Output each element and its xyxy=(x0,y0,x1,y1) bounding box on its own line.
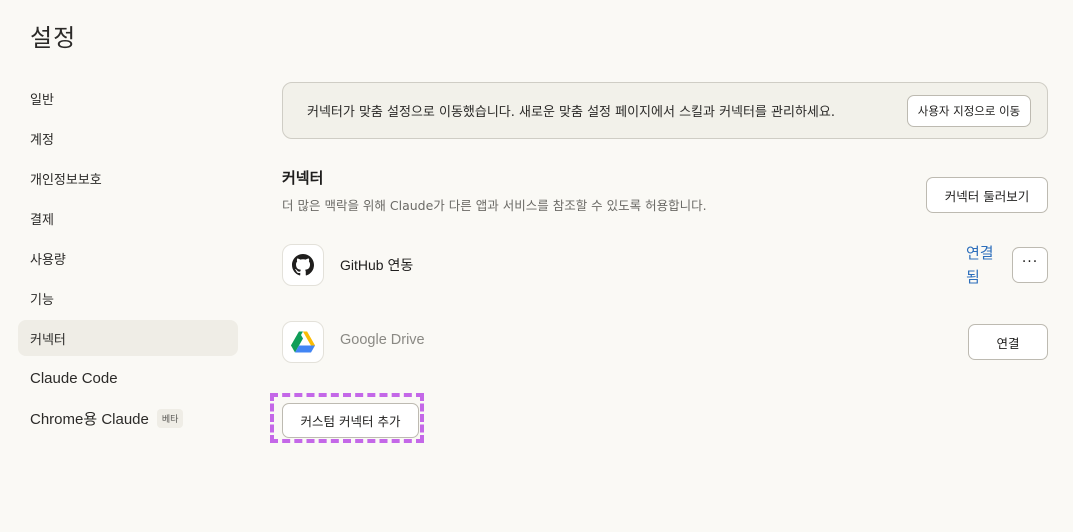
google-drive-icon xyxy=(282,321,324,363)
beta-badge: 베타 xyxy=(156,408,184,428)
more-options-button[interactable]: ··· xyxy=(1012,247,1048,283)
sidebar-item-general[interactable]: 일반 xyxy=(18,80,238,116)
github-icon xyxy=(282,244,324,286)
sidebar-item-billing[interactable]: 결제 xyxy=(18,200,238,236)
sidebar-item-label: 일반 xyxy=(30,92,54,108)
main-content: 커넥터가 맞춤 설정으로 이동했습니다. 새로운 맞춤 설정 페이지에서 스킬과… xyxy=(282,82,1048,363)
go-to-customize-button[interactable]: 사용자 지정으로 이동 xyxy=(907,94,1031,127)
connect-button[interactable]: 연결 xyxy=(968,324,1048,360)
section-title: 커넥터 xyxy=(282,169,324,187)
sidebar-item-label: 사용량 xyxy=(30,252,66,268)
sidebar-item-features[interactable]: 기능 xyxy=(18,280,238,316)
connector-name: Google Drive xyxy=(340,332,425,348)
page-title: 설정 xyxy=(30,24,77,52)
sidebar-item-label: Chrome용 Claude xyxy=(30,410,149,428)
connector-name: GitHub 연동 xyxy=(340,257,414,273)
sidebar-item-claude-for-chrome[interactable]: Chrome용 Claude 베타 xyxy=(18,400,238,436)
notice-banner: 커넥터가 맞춤 설정으로 이동했습니다. 새로운 맞춤 설정 페이지에서 스킬과… xyxy=(282,82,1048,139)
sidebar-item-label: 기능 xyxy=(30,292,54,308)
sidebar-item-usage[interactable]: 사용량 xyxy=(18,240,238,276)
sidebar-item-label: 계정 xyxy=(30,132,54,148)
connectors-section-header: 커넥터 더 많은 맥락을 위해 Claude가 다른 앱과 서비스를 참조할 수… xyxy=(282,167,1048,227)
sidebar-item-label: 개인정보보호 xyxy=(30,172,102,188)
notice-text: 커넥터가 맞춤 설정으로 이동했습니다. 새로운 맞춤 설정 페이지에서 스킬과… xyxy=(307,105,835,120)
connector-row-github: GitHub 연동 연결됨 ··· xyxy=(282,244,1048,286)
section-description: 더 많은 맥락을 위해 Claude가 다른 앱과 서비스를 참조할 수 있도록… xyxy=(282,198,707,213)
sidebar-item-label: 결제 xyxy=(30,212,54,228)
sidebar-item-label: Claude Code xyxy=(30,369,118,387)
sidebar-item-claude-code[interactable]: Claude Code xyxy=(18,360,238,396)
sidebar-item-connectors[interactable]: 커넥터 xyxy=(18,320,238,356)
connector-row-google-drive: Google Drive 연결 xyxy=(282,321,1048,363)
sidebar-item-account[interactable]: 계정 xyxy=(18,120,238,156)
settings-sidebar: 일반 계정 개인정보보호 결제 사용량 기능 커넥터 Claude Code C… xyxy=(18,80,238,440)
add-custom-connector-button[interactable]: 커스텀 커넥터 추가 xyxy=(282,403,419,438)
sidebar-item-privacy[interactable]: 개인정보보호 xyxy=(18,160,238,196)
connected-status-link[interactable]: 연결됨 xyxy=(966,241,1000,289)
sidebar-item-label: 커넥터 xyxy=(30,332,66,348)
browse-connectors-button[interactable]: 커넥터 둘러보기 xyxy=(926,177,1048,213)
